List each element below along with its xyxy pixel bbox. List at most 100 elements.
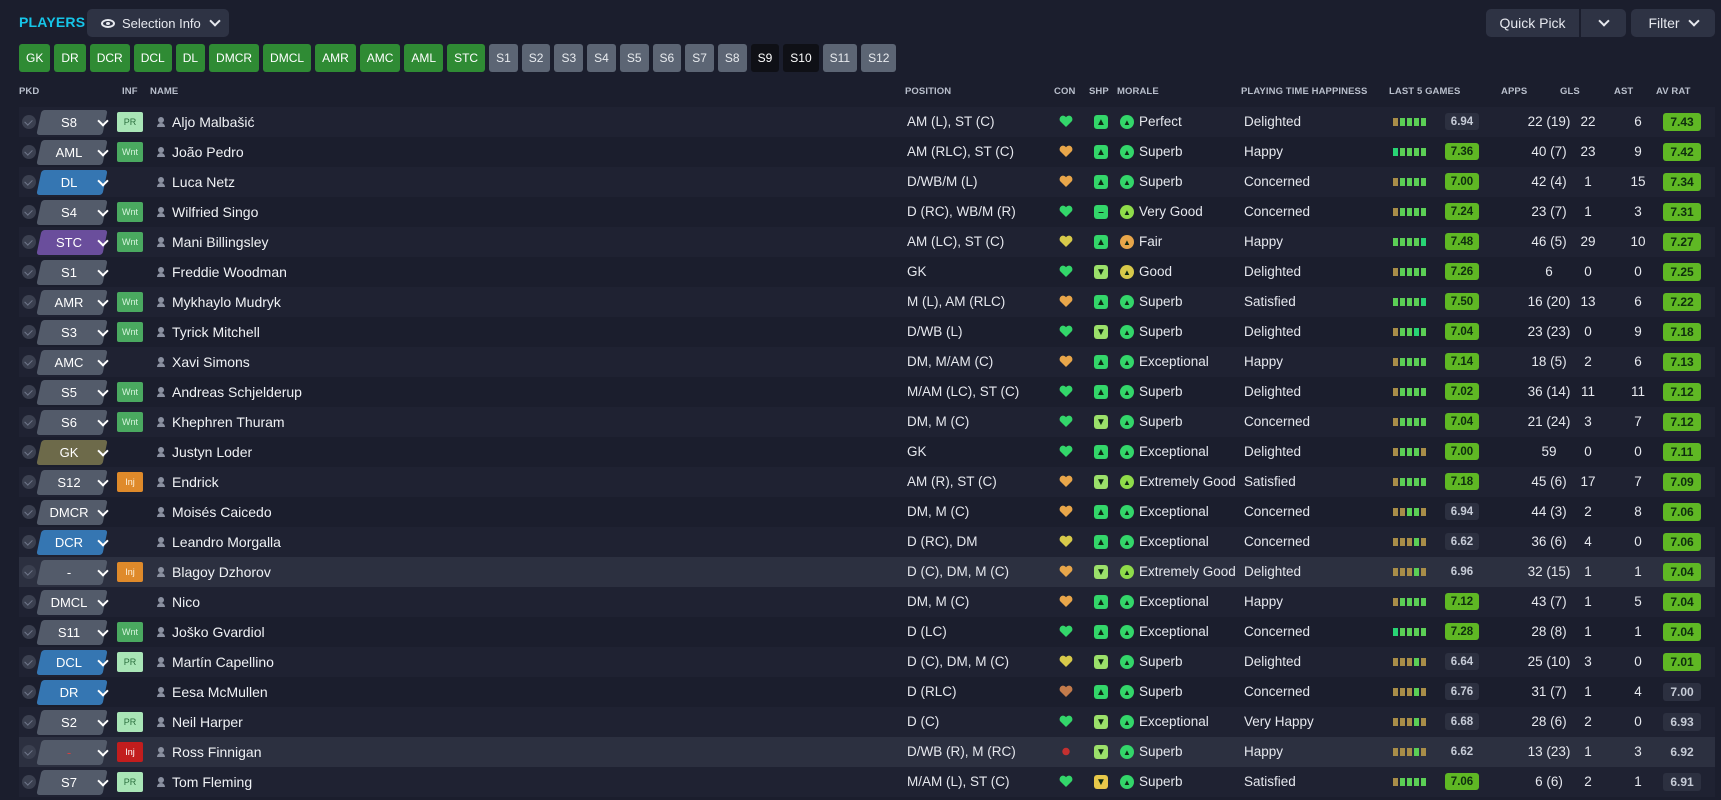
pick-check-icon[interactable]: [22, 385, 36, 399]
chevron-down-icon[interactable]: [87, 560, 121, 585]
chip-s5[interactable]: S5: [619, 44, 649, 72]
player-name[interactable]: Eesa McMullen: [172, 684, 268, 700]
col-morale[interactable]: MORALE: [1117, 86, 1159, 97]
table-row[interactable]: AMC Xavi Simons DM, M/AM (C) ▲ ▲ Exceptional H…: [19, 347, 1715, 377]
chip-s6[interactable]: S6: [652, 44, 682, 72]
chevron-down-icon[interactable]: [87, 380, 121, 405]
chevron-down-icon[interactable]: [87, 410, 121, 435]
chevron-down-icon[interactable]: [87, 350, 121, 375]
player-name[interactable]: Justyn Loder: [172, 444, 252, 460]
col-con[interactable]: CON: [1054, 86, 1075, 97]
chip-s3[interactable]: S3: [554, 44, 584, 72]
chevron-down-icon[interactable]: [87, 200, 121, 225]
quick-pick-button[interactable]: Quick Pick: [1486, 9, 1579, 37]
table-row[interactable]: - Inj Ross Finnigan D/WB (R), M (RC) ▼ ▲ Super…: [19, 737, 1715, 767]
chevron-down-icon[interactable]: [87, 710, 121, 735]
pick-check-icon[interactable]: [22, 535, 36, 549]
selection-info-button[interactable]: Selection Info: [87, 9, 229, 37]
col-playing-time-happiness[interactable]: PLAYING TIME HAPPINESS: [1241, 86, 1367, 97]
col-shp[interactable]: SHP: [1089, 86, 1109, 97]
chevron-down-icon[interactable]: [87, 770, 121, 795]
table-row[interactable]: S6 Wnt Khephren Thuram DM, M (C) ▼ ▲ Superb Con…: [19, 407, 1715, 437]
chevron-down-icon[interactable]: [87, 590, 121, 615]
table-row[interactable]: AML Wnt João Pedro AM (RLC), ST (C) ▲ ▲ Superb…: [19, 137, 1715, 167]
pick-check-icon[interactable]: [22, 355, 36, 369]
player-name[interactable]: Luca Netz: [172, 174, 235, 190]
pick-check-icon[interactable]: [22, 145, 36, 159]
col-gls[interactable]: GLS: [1560, 86, 1580, 97]
player-name[interactable]: Nico: [172, 594, 200, 610]
pick-check-icon[interactable]: [22, 175, 36, 189]
chip-dmcl[interactable]: DMCL: [263, 44, 312, 72]
chevron-down-icon[interactable]: [87, 230, 121, 255]
pick-check-icon[interactable]: [22, 775, 36, 789]
col-pkd[interactable]: PKD: [19, 86, 39, 97]
pick-check-icon[interactable]: [22, 715, 36, 729]
table-row[interactable]: - Inj Blagoy Dzhorov D (C), DM, M (C) ▼ ▲ Extr…: [19, 557, 1715, 587]
chip-s12[interactable]: S12: [861, 44, 897, 72]
player-name[interactable]: Blagoy Dzhorov: [172, 564, 271, 580]
quick-pick-dropdown[interactable]: [1581, 9, 1626, 37]
col-apps[interactable]: APPS: [1501, 86, 1527, 97]
chevron-down-icon[interactable]: [87, 470, 121, 495]
player-name[interactable]: Tom Fleming: [172, 774, 252, 790]
player-name[interactable]: Freddie Woodman: [172, 264, 287, 280]
col-last-5-games[interactable]: LAST 5 GAMES: [1389, 86, 1460, 97]
table-row[interactable]: S7 PR Tom Fleming M/AM (L), ST (C) ▼ ▲ Superb S…: [19, 767, 1715, 797]
table-row[interactable]: DL Luca Netz D/WB/M (L) ▲ ▲ Superb Concerned 7.…: [19, 167, 1715, 197]
table-row[interactable]: S4 Wnt Wilfried Singo D (RC), WB/M (R) – ▲ Ver…: [19, 197, 1715, 227]
chevron-down-icon[interactable]: [87, 680, 121, 705]
table-row[interactable]: DCL PR Martín Capellino D (C), DM, M (C) ▼ ▲ S…: [19, 647, 1715, 677]
chip-s7[interactable]: S7: [685, 44, 714, 72]
pick-check-icon[interactable]: [22, 685, 36, 699]
player-name[interactable]: Moisés Caicedo: [172, 504, 272, 520]
chevron-down-icon[interactable]: [87, 110, 121, 135]
table-row[interactable]: DMCR Moisés Caicedo DM, M (C) ▲ ▲ Exceptional…: [19, 497, 1715, 527]
player-name[interactable]: Neil Harper: [172, 714, 243, 730]
chip-dmcr[interactable]: DMCR: [209, 44, 260, 72]
chevron-down-icon[interactable]: [87, 620, 121, 645]
player-name[interactable]: Khephren Thuram: [172, 414, 285, 430]
chip-dr[interactable]: DR: [54, 44, 86, 72]
player-name[interactable]: Martín Capellino: [172, 654, 274, 670]
chip-s8[interactable]: S8: [717, 44, 747, 72]
chip-s2[interactable]: S2: [521, 44, 551, 72]
pick-check-icon[interactable]: [22, 325, 36, 339]
player-name[interactable]: Leandro Morgalla: [172, 534, 281, 550]
table-row[interactable]: S12 Inj Endrick AM (R), ST (C) ▼ ▲ Extremely G…: [19, 467, 1715, 497]
table-row[interactable]: S8 PR Aljo Malbašić AM (L), ST (C) ▲ ▲ Perfect…: [19, 107, 1715, 137]
pick-check-icon[interactable]: [22, 295, 36, 309]
chip-stc[interactable]: STC: [447, 44, 486, 72]
table-row[interactable]: S1 Freddie Woodman GK ▼ ▲ Good Delighted 7.26 6 0…: [19, 257, 1715, 287]
table-row[interactable]: GK Justyn Loder GK ▲ ▲ Exceptional Delighted 7.…: [19, 437, 1715, 467]
chevron-down-icon[interactable]: [87, 170, 121, 195]
pick-check-icon[interactable]: [22, 265, 36, 279]
chip-dcr[interactable]: DCR: [89, 44, 130, 72]
player-name[interactable]: Xavi Simons: [172, 354, 250, 370]
chip-s1[interactable]: S1: [489, 44, 518, 72]
chip-s11[interactable]: S11: [822, 44, 858, 72]
table-row[interactable]: S11 Wnt Joško Gvardiol D (LC) ▲ ▲ Exceptional C…: [19, 617, 1715, 647]
col-ast[interactable]: AST: [1614, 86, 1633, 97]
pick-check-icon[interactable]: [22, 445, 36, 459]
player-name[interactable]: Ross Finnigan: [172, 744, 262, 760]
chip-s4[interactable]: S4: [587, 44, 616, 72]
player-name[interactable]: Mykhaylo Mudryk: [172, 294, 281, 310]
pick-check-icon[interactable]: [22, 625, 36, 639]
chevron-down-icon[interactable]: [87, 440, 121, 465]
table-row[interactable]: S2 PR Neil Harper D (C) ▼ ▲ Exceptional Very Ha…: [19, 707, 1715, 737]
chip-s9[interactable]: S9: [750, 44, 780, 72]
pick-check-icon[interactable]: [22, 205, 36, 219]
chevron-down-icon[interactable]: [87, 260, 121, 285]
chevron-down-icon[interactable]: [87, 290, 121, 315]
table-row[interactable]: STC Wnt Mani Billingsley AM (LC), ST (C) ▲ ▲ F…: [19, 227, 1715, 257]
chip-amr[interactable]: AMR: [315, 44, 356, 72]
chevron-down-icon[interactable]: [87, 740, 121, 765]
table-row[interactable]: DMCL Nico DM, M (C) ▲ ▲ Exceptional Happy 7.12 4…: [19, 587, 1715, 617]
player-name[interactable]: Joško Gvardiol: [172, 624, 265, 640]
table-row[interactable]: DCR Leandro Morgalla D (RC), DM ▲ ▲ Exception…: [19, 527, 1715, 557]
col-name[interactable]: NAME: [150, 86, 178, 97]
player-name[interactable]: Wilfried Singo: [172, 204, 258, 220]
chip-dl[interactable]: DL: [175, 44, 206, 72]
col-av-rat[interactable]: AV RAT: [1656, 86, 1691, 97]
